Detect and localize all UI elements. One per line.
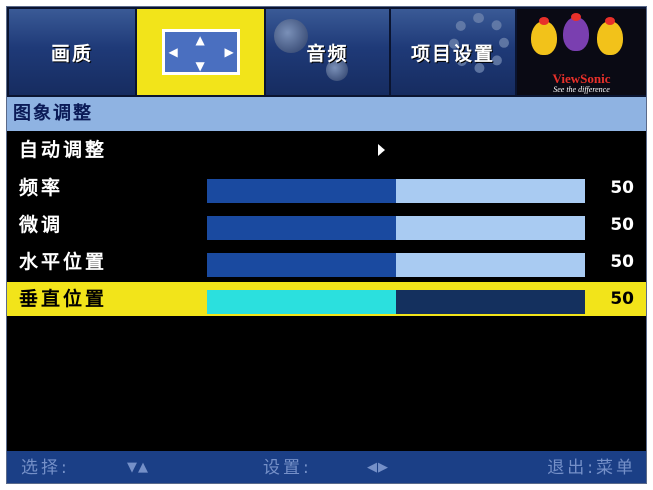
slider-fill	[207, 253, 396, 277]
footer-select-label: 选择:	[21, 458, 70, 478]
row-label: 自动调整	[19, 139, 108, 161]
row-value: 50	[610, 178, 634, 198]
slider-fill	[207, 290, 396, 314]
submenu-arrow-icon	[378, 144, 385, 156]
arrow-down-icon: ▼	[195, 59, 205, 73]
bird-icon	[597, 17, 623, 55]
tab-audio-label: 音频	[306, 42, 349, 65]
tab-setup[interactable]: 项目设置	[391, 9, 515, 95]
row-frequency[interactable]: 频率 50	[7, 171, 646, 205]
bird-icon	[531, 17, 557, 55]
tab-image-adjust[interactable]: ▲ ▼ ◀ ▶	[137, 9, 264, 95]
frequency-slider[interactable]	[207, 179, 585, 203]
row-fine-tune[interactable]: 微调 50	[7, 208, 646, 242]
speaker-icon	[274, 19, 308, 53]
osd-menu: 画质 ▲ ▼ ◀ ▶ 音频 项目设置 ViewSonic See the dif…	[6, 6, 647, 484]
vertical-position-slider[interactable]	[207, 290, 585, 314]
tab-bar: 画质 ▲ ▼ ◀ ▶ 音频 项目设置 ViewSonic See the dif…	[7, 7, 646, 97]
footer-hint-bar: 选择: ▼▲ 设置: ◀▶ 退出:菜单	[7, 451, 646, 483]
row-value: 50	[610, 252, 634, 272]
footer-set-label: 设置:	[263, 458, 312, 478]
row-label: 频率	[19, 177, 64, 199]
horizontal-position-slider[interactable]	[207, 253, 585, 277]
left-right-arrows-icon: ◀▶	[367, 460, 389, 475]
row-value: 50	[610, 215, 634, 235]
bird-icon	[563, 13, 589, 51]
screen-adjust-icon: ▲ ▼ ◀ ▶	[161, 29, 240, 75]
row-vertical-position[interactable]: 垂直位置 50	[7, 282, 646, 316]
viewsonic-birds-logo: ViewSonic See the difference	[517, 9, 646, 95]
arrow-up-icon: ▲	[195, 33, 205, 47]
row-label: 微调	[19, 214, 64, 236]
row-label: 水平位置	[19, 251, 108, 273]
slider-fill	[207, 216, 396, 240]
up-down-arrows-icon: ▼▲	[127, 460, 149, 475]
fine-tune-slider[interactable]	[207, 216, 585, 240]
brand-tagline: See the difference	[553, 85, 610, 94]
slider-fill	[207, 179, 396, 203]
arrow-right-icon: ▶	[224, 45, 234, 59]
tab-picture-quality[interactable]: 画质	[9, 9, 135, 95]
arrow-left-icon: ◀	[168, 45, 178, 59]
row-auto-adjust[interactable]: 自动调整	[7, 133, 646, 167]
row-label: 垂直位置	[19, 288, 108, 310]
tab-audio[interactable]: 音频	[266, 9, 389, 95]
tab-picture-quality-label: 画质	[50, 42, 93, 65]
footer-exit-label: 退出:菜单	[547, 458, 636, 478]
row-value: 50	[610, 289, 634, 309]
row-horizontal-position[interactable]: 水平位置 50	[7, 245, 646, 279]
viewsonic-logo: ViewSonic See the difference	[517, 9, 646, 95]
tab-setup-label: 项目设置	[410, 42, 495, 65]
section-title: 图象调整	[7, 97, 646, 131]
